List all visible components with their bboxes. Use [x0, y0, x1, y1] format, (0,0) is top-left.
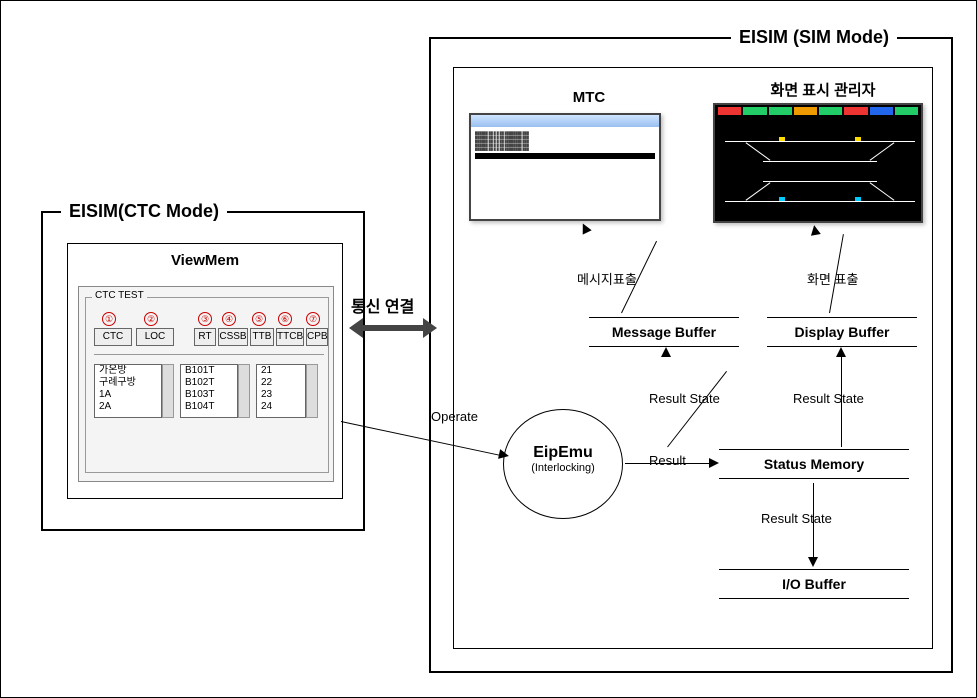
result-arrow-head	[709, 458, 719, 468]
tab-ctc[interactable]: CTC	[94, 328, 132, 346]
circ-num-1: ①	[102, 312, 116, 326]
list-3-scrollbar[interactable]	[306, 364, 318, 418]
circ-num-3: ③	[198, 312, 212, 326]
eipemu-node: EipEmu (Interlocking)	[503, 409, 623, 519]
result-state-label-2: Result State	[793, 391, 864, 406]
mtc-titlebar	[471, 115, 659, 127]
track-diagonal	[746, 142, 771, 160]
circ-num-6: ⑥	[278, 312, 292, 326]
msg-output-label: 메시지표출	[577, 269, 637, 288]
ctc-test-frame: CTC TEST ① ② ③ ④ ⑤ ⑥ ⑦ CTC LOC RT CSSB T…	[85, 297, 329, 473]
list-item: 구례구방	[95, 377, 161, 389]
viewmem-box: ViewMem CTC TEST ① ② ③ ④ ⑤ ⑥ ⑦ CTC LOC R…	[67, 243, 343, 499]
tab-ttcb[interactable]: TTCB	[276, 328, 304, 346]
list-2-scrollbar[interactable]	[238, 364, 250, 418]
track-line	[725, 201, 915, 202]
status-to-iobuf-head	[808, 557, 818, 567]
list-item: 24	[257, 401, 305, 413]
status-to-dispbuf-head	[836, 347, 846, 357]
tab-loc[interactable]: LOC	[136, 328, 174, 346]
operate-arrow-head	[498, 449, 510, 461]
message-buffer-node: Message Buffer	[589, 317, 739, 347]
list-pane-1[interactable]: 가온방 구례구방 1A 2A	[94, 364, 162, 418]
tab-ttb[interactable]: TTB	[250, 328, 274, 346]
comm-link-arrow	[363, 325, 423, 331]
operate-label: Operate	[431, 409, 478, 424]
ctc-mode-title: EISIM(CTC Mode)	[61, 201, 227, 222]
result-state-label-1: Result State	[649, 391, 720, 406]
track-line	[763, 181, 877, 182]
display-manager-window	[713, 103, 923, 223]
list-item: B102T	[181, 377, 237, 389]
eipemu-title: EipEmu	[504, 444, 622, 462]
viewmem-panel: CTC TEST ① ② ③ ④ ⑤ ⑥ ⑦ CTC LOC RT CSSB T…	[78, 286, 334, 482]
track-marker	[855, 137, 861, 141]
tab-rt[interactable]: RT	[194, 328, 216, 346]
track-diagonal	[870, 142, 895, 160]
list-item: 1A	[95, 389, 161, 401]
list-pane-3[interactable]: 21 22 23 24	[256, 364, 306, 418]
viewmem-title: ViewMem	[68, 252, 342, 269]
circ-num-5: ⑤	[252, 312, 266, 326]
comm-link-label: 통신 연결	[351, 293, 414, 317]
mtc-body: ██████ ██ █ █ ██ ████████ ███ ██████ ██ …	[471, 127, 659, 205]
display-manager-title: 화면 표시 관리자	[743, 79, 903, 100]
list-item: 23	[257, 389, 305, 401]
tab-cssb[interactable]: CSSB	[218, 328, 248, 346]
track-line	[725, 141, 915, 142]
mtc-title: MTC	[559, 89, 619, 106]
dispbuf-to-dispmgr-head	[809, 224, 821, 236]
mtc-window: ██████ ██ █ █ ██ ████████ ███ ██████ ██ …	[469, 113, 661, 221]
display-manager-toolbar	[717, 107, 919, 117]
circ-num-2: ②	[144, 312, 158, 326]
sim-mode-title: EISIM (SIM Mode)	[731, 27, 897, 48]
list-item: B101T	[181, 365, 237, 377]
ctc-test-label: CTC TEST	[92, 290, 147, 301]
list-item: B104T	[181, 401, 237, 413]
list-1-scrollbar[interactable]	[162, 364, 174, 418]
list-item: B103T	[181, 389, 237, 401]
track-marker	[855, 197, 861, 201]
result-label: Result	[649, 453, 686, 468]
track-marker	[779, 137, 785, 141]
eipemu-subtitle: (Interlocking)	[504, 462, 622, 474]
circ-num-4: ④	[222, 312, 236, 326]
track-line	[763, 161, 877, 162]
tab-divider	[94, 354, 324, 355]
ctc-mode-box: EISIM(CTC Mode) ViewMem CTC TEST ① ② ③ ④…	[41, 211, 365, 531]
tab-cpb[interactable]: CPB	[306, 328, 328, 346]
track-diagonal	[870, 182, 895, 200]
list-item: 2A	[95, 401, 161, 413]
io-buffer-node: I/O Buffer	[719, 569, 909, 599]
result-state-label-3: Result State	[761, 511, 832, 526]
display-buffer-node: Display Buffer	[767, 317, 917, 347]
list-pane-2[interactable]: B101T B102T B103T B104T	[180, 364, 238, 418]
disp-output-label: 화면 표출	[807, 269, 858, 288]
list-item: 가온방	[95, 365, 161, 377]
track-marker	[779, 197, 785, 201]
circ-num-7: ⑦	[306, 312, 320, 326]
list-item: 21	[257, 365, 305, 377]
status-memory-node: Status Memory	[719, 449, 909, 479]
list-item: 22	[257, 377, 305, 389]
track-diagonal	[746, 182, 771, 200]
status-to-msgbuf-head	[661, 347, 671, 357]
